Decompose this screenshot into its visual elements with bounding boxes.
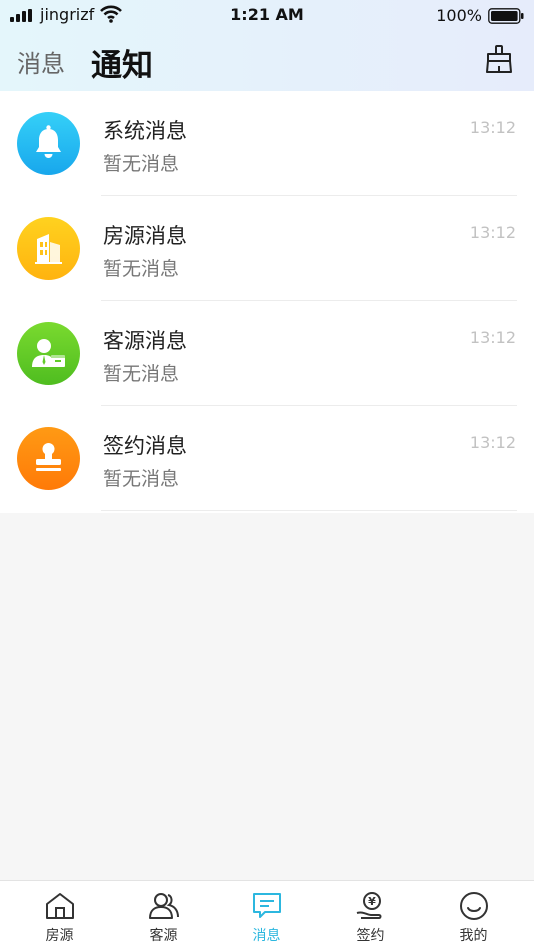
tab-clients[interactable]: 客源 xyxy=(110,881,217,950)
item-time: 13:12 xyxy=(469,328,516,347)
item-title: 系统消息 xyxy=(103,119,187,143)
battery-icon xyxy=(488,8,524,24)
coin-hand-icon: ¥ xyxy=(356,892,382,919)
tab-property[interactable]: 房源 xyxy=(6,881,113,950)
building-icon xyxy=(17,217,80,280)
people-icon xyxy=(149,893,179,919)
item-time: 13:12 xyxy=(469,118,516,137)
smiley-icon xyxy=(460,892,488,920)
tab-label: 签约 xyxy=(356,928,385,944)
tab-contract[interactable]: ¥ 签约 xyxy=(317,881,424,950)
header-background: jingrizf 1:21 AM 100% 消息 通知 xyxy=(0,0,534,91)
list-item-contract[interactable]: 签约消息 暂无消息 13:12 xyxy=(0,406,534,511)
item-subtitle: 暂无消息 xyxy=(103,258,180,280)
notification-list: 系统消息 暂无消息 13:12 房源消息 暂无消息 13:12 客源消息 暂无消… xyxy=(0,91,534,513)
tab-messages[interactable]: 消息 xyxy=(17,44,65,79)
client-icon xyxy=(17,322,80,385)
list-item-property[interactable]: 房源消息 暂无消息 13:12 xyxy=(0,196,534,301)
message-icon xyxy=(253,893,281,918)
divider xyxy=(101,510,517,511)
item-time: 13:12 xyxy=(469,223,516,242)
svg-text:¥: ¥ xyxy=(368,895,376,908)
item-time: 13:12 xyxy=(469,433,516,452)
item-title: 客源消息 xyxy=(103,329,187,353)
tab-label: 我的 xyxy=(459,928,488,944)
page-title[interactable]: 通知 xyxy=(91,40,153,85)
house-icon xyxy=(46,893,74,919)
list-item-client[interactable]: 客源消息 暂无消息 13:12 xyxy=(0,301,534,406)
item-subtitle: 暂无消息 xyxy=(103,153,180,175)
broom-icon[interactable] xyxy=(482,42,516,76)
status-bar: jingrizf 1:21 AM 100% xyxy=(0,0,534,32)
stamp-icon xyxy=(17,427,80,490)
item-subtitle: 暂无消息 xyxy=(103,468,180,490)
list-item-system[interactable]: 系统消息 暂无消息 13:12 xyxy=(0,91,534,196)
tab-messages-bottom[interactable]: 消息 xyxy=(213,881,320,950)
bell-icon xyxy=(17,112,80,175)
tab-label: 客源 xyxy=(149,928,178,944)
tab-profile[interactable]: 我的 xyxy=(420,881,527,950)
battery-percent: 100% xyxy=(436,6,482,25)
item-title: 签约消息 xyxy=(103,434,187,458)
tab-label: 房源 xyxy=(45,928,74,944)
bottom-tab-bar: 房源 客源 消息 ¥ 签约 我的 xyxy=(0,880,534,950)
item-title: 房源消息 xyxy=(103,224,187,248)
tab-label: 消息 xyxy=(252,928,281,944)
item-subtitle: 暂无消息 xyxy=(103,363,180,385)
